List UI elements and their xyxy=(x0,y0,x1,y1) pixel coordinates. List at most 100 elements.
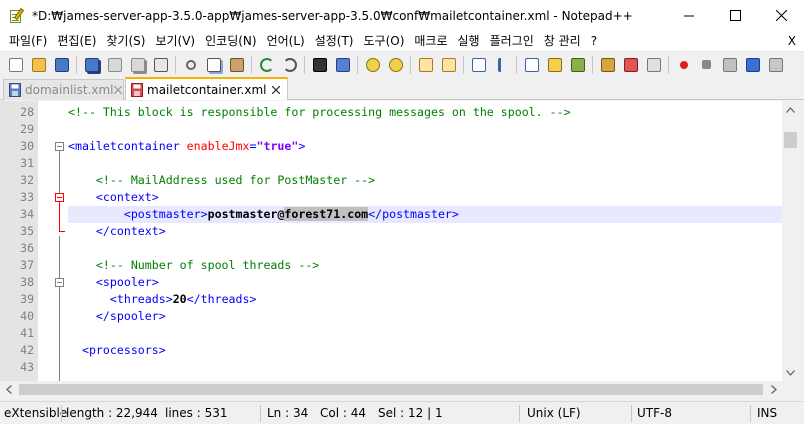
code-token: </postmaster> xyxy=(368,207,459,221)
cut-button[interactable] xyxy=(179,54,202,76)
code-line[interactable]: 39 <threads>20</threads> xyxy=(0,291,782,308)
code-line[interactable]: 31 xyxy=(0,155,782,172)
fold-toggle-icon[interactable] xyxy=(55,278,64,287)
code-text: <mailetcontainer enableJmx="true"> xyxy=(68,138,305,155)
record-macro-button[interactable] xyxy=(672,54,695,76)
undo-button[interactable] xyxy=(255,54,278,76)
scroll-right-arrow[interactable] xyxy=(765,381,782,398)
play-macro-button[interactable] xyxy=(718,54,741,76)
all-chars-button[interactable] xyxy=(490,54,513,76)
maximize-button[interactable] xyxy=(712,0,758,31)
save-button[interactable] xyxy=(50,54,73,76)
code-line[interactable]: 30 <mailetcontainer enableJmx="true"> xyxy=(0,138,782,155)
code-token: <!-- This block is responsible for proce… xyxy=(68,105,571,119)
monitoring-button[interactable] xyxy=(642,54,665,76)
redo-button[interactable] xyxy=(278,54,301,76)
menu-item[interactable]: 보기(V) xyxy=(150,31,200,51)
lang-define-button[interactable] xyxy=(543,54,566,76)
code-line[interactable]: 40 </spooler> xyxy=(0,308,782,325)
scroll-down-arrow[interactable] xyxy=(782,364,799,381)
menu-item[interactable]: 편집(E) xyxy=(52,31,101,51)
horizontal-scroll-thumb[interactable] xyxy=(19,384,763,395)
code-line[interactable]: 34 <postmaster>postmaster@forest71.com</… xyxy=(0,206,782,223)
vertical-scrollbar[interactable] xyxy=(782,101,799,381)
tab-close-icon[interactable] xyxy=(113,84,122,96)
indent-guide-icon xyxy=(524,57,539,72)
code-line[interactable]: 32 <!-- MailAddress used for PostMaster … xyxy=(0,172,782,189)
tab-close-icon[interactable] xyxy=(270,84,282,96)
menu-item[interactable]: 언어(L) xyxy=(262,31,310,51)
open-file-button[interactable] xyxy=(27,54,50,76)
menu-item[interactable]: 실행 xyxy=(453,31,485,51)
sync-horizontal-button[interactable] xyxy=(437,54,460,76)
scroll-up-arrow[interactable] xyxy=(782,101,799,118)
close-button[interactable] xyxy=(103,54,126,76)
vertical-scroll-thumb[interactable] xyxy=(784,132,797,148)
code-text: <!-- This block is responsible for proce… xyxy=(68,104,571,121)
folder-as-workspace-button[interactable] xyxy=(619,54,642,76)
line-number: 30 xyxy=(20,139,34,153)
copy-button[interactable] xyxy=(202,54,225,76)
paste-button[interactable] xyxy=(225,54,248,76)
fold-toggle-icon[interactable] xyxy=(55,193,64,202)
close-all-button[interactable] xyxy=(126,54,149,76)
minimize-button[interactable] xyxy=(666,0,712,31)
code-line[interactable]: 43 xyxy=(0,359,782,376)
menu-item[interactable]: ? xyxy=(586,31,602,51)
window-title: *D:₩james-server-app-3.5.0-app₩james-ser… xyxy=(32,8,633,23)
indent-guide-button[interactable] xyxy=(520,54,543,76)
title-bar: *D:₩james-server-app-3.5.0-app₩james-ser… xyxy=(0,0,804,31)
code-line[interactable]: 29 xyxy=(0,121,782,138)
menu-item[interactable]: 매크로 xyxy=(409,31,452,51)
replace-button[interactable] xyxy=(331,54,354,76)
close-window-button[interactable] xyxy=(758,0,804,31)
code-token: "true" xyxy=(256,139,299,153)
menu-item[interactable]: 찾기(S) xyxy=(101,31,150,51)
record-macro-icon xyxy=(679,60,688,69)
menu-item[interactable]: 설정(T) xyxy=(310,31,359,51)
word-wrap-button[interactable] xyxy=(467,54,490,76)
tab-domainlist[interactable]: domainlist.xml xyxy=(3,79,124,100)
save-macro-button[interactable] xyxy=(764,54,787,76)
menu-item[interactable]: 도구(O) xyxy=(359,31,410,51)
notepad-app-icon[interactable] xyxy=(9,7,25,24)
code-token: <threads> xyxy=(68,292,173,306)
print-button[interactable] xyxy=(149,54,172,76)
code-line[interactable]: 42 <processors> xyxy=(0,342,782,359)
horizontal-scrollbar[interactable] xyxy=(0,381,782,398)
undo-icon xyxy=(259,57,274,72)
code-token: 20 xyxy=(172,292,187,306)
code-token: enableJmx xyxy=(186,139,250,153)
code-token: forest71.com xyxy=(284,207,369,221)
replace-icon xyxy=(335,57,350,72)
scroll-left-arrow[interactable] xyxy=(0,381,17,398)
tab-mailetcontainer[interactable]: mailetcontainer.xml xyxy=(125,77,288,100)
new-file-button[interactable] xyxy=(4,54,27,76)
doc-map-button[interactable] xyxy=(566,54,589,76)
play-multiple-button[interactable] xyxy=(741,54,764,76)
find-button[interactable] xyxy=(308,54,331,76)
code-line[interactable]: 33 <context> xyxy=(0,189,782,206)
function-list-button[interactable] xyxy=(596,54,619,76)
fold-toggle-icon[interactable] xyxy=(55,142,64,151)
menu-item[interactable]: 인코딩(N) xyxy=(200,31,261,51)
zoom-out-button[interactable] xyxy=(384,54,407,76)
saved-file-icon xyxy=(9,83,21,97)
code-line[interactable]: 35 </context> xyxy=(0,223,782,240)
editor-area[interactable]: 28 <!-- This block is responsible for pro… xyxy=(0,101,782,381)
code-token: <!-- Number of spool threads --> xyxy=(68,258,320,272)
code-line[interactable]: 36 xyxy=(0,240,782,257)
menu-item[interactable]: 창 관리 xyxy=(539,31,586,51)
sync-vertical-button[interactable] xyxy=(414,54,437,76)
stop-macro-button[interactable] xyxy=(695,54,718,76)
code-line[interactable]: 41 xyxy=(0,325,782,342)
save-all-button[interactable] xyxy=(80,54,103,76)
code-line[interactable]: 38 <spooler> xyxy=(0,274,782,291)
code-line[interactable]: 28 <!-- This block is responsible for pro… xyxy=(0,104,782,121)
zoom-in-button[interactable] xyxy=(361,54,384,76)
menu-item[interactable]: 플러그인 xyxy=(485,31,539,51)
menu-item[interactable]: 파일(F) xyxy=(4,31,52,51)
code-line[interactable]: 37 <!-- Number of spool threads --> xyxy=(0,257,782,274)
close-document-menu-button[interactable]: X xyxy=(788,31,796,51)
redo-icon xyxy=(282,57,297,72)
